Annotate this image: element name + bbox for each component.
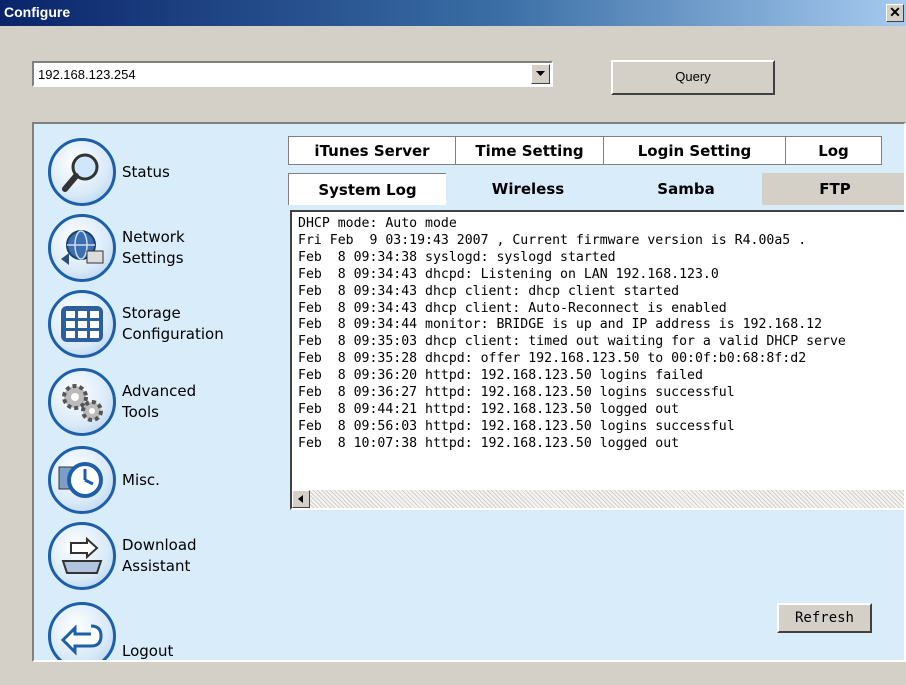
- log-line: Feb 8 09:34:38 syslogd: syslogd started: [298, 249, 616, 265]
- network-globe-icon: [48, 214, 116, 282]
- tab-log[interactable]: Log: [785, 136, 882, 165]
- clock-icon: [48, 446, 116, 514]
- tab-wireless[interactable]: Wireless: [446, 173, 610, 205]
- tab-samba[interactable]: Samba: [610, 173, 762, 205]
- sidebar-label: Download: [122, 536, 197, 554]
- sidebar-label: Settings: [122, 249, 184, 267]
- gears-icon: [48, 368, 116, 436]
- combo-dropdown-button[interactable]: [531, 64, 550, 84]
- sidebar-item-logout[interactable]: Logout: [48, 602, 174, 660]
- log-line: DHCP mode: Auto mode: [298, 216, 457, 231]
- sidebar-item-misc[interactable]: Misc.: [48, 446, 160, 514]
- chevron-down-icon: [536, 71, 545, 76]
- log-line: Feb 8 10:07:38 httpd: 192.168.123.50 log…: [298, 435, 680, 451]
- sidebar-label: Tools: [122, 403, 159, 421]
- sidebar-label: Misc.: [122, 470, 160, 489]
- log-line: Feb 8 09:36:27 httpd: 192.168.123.50 log…: [298, 385, 735, 401]
- log-line: Feb 8 09:35:28 dhcpd: offer 192.168.123.…: [298, 351, 807, 367]
- tab-login-setting[interactable]: Login Setting: [603, 136, 786, 165]
- storage-grid-icon: [48, 290, 116, 358]
- sidebar-item-network-settings[interactable]: Network Settings: [48, 214, 185, 282]
- close-button[interactable]: ✕: [886, 4, 904, 22]
- refresh-button[interactable]: Refresh: [777, 603, 872, 633]
- chevron-left-icon: [298, 495, 303, 503]
- log-line: Feb 8 09:34:44 monitor: BRIDGE is up and…: [298, 317, 823, 333]
- logout-arrow-icon: [48, 602, 116, 660]
- window-title: Configure: [4, 4, 71, 20]
- log-line: Feb 8 09:35:03 dhcp client: timed out wa…: [298, 334, 846, 350]
- log-content: DHCP mode: Auto mode Fri Feb 9 03:19:43 …: [298, 216, 846, 453]
- sidebar-label: Network: [122, 228, 185, 246]
- horizontal-scrollbar[interactable]: [292, 490, 904, 508]
- magnifier-icon: [48, 138, 116, 206]
- log-line: Feb 8 09:44:21 httpd: 192.168.123.50 log…: [298, 401, 680, 417]
- main-panel: Status Network Settings Storage Configur…: [32, 122, 906, 662]
- log-line: Fri Feb 9 03:19:43 2007 , Current firmwa…: [298, 232, 807, 248]
- sidebar-item-status[interactable]: Status: [48, 138, 170, 206]
- log-line: Feb 8 09:34:43 dhcp client: Auto-Reconne…: [298, 300, 727, 316]
- tab-system-log[interactable]: System Log: [288, 173, 446, 205]
- log-line: Feb 8 09:56:03 httpd: 192.168.123.50 log…: [298, 418, 735, 434]
- title-bar: Configure ✕: [0, 0, 906, 26]
- sidebar-label: Configuration: [122, 325, 224, 343]
- system-log-textarea[interactable]: DHCP mode: Auto mode Fri Feb 9 03:19:43 …: [290, 210, 904, 510]
- log-line: Feb 8 09:34:43 dhcp client: dhcp client …: [298, 283, 680, 299]
- download-tray-icon: [48, 522, 116, 590]
- close-icon: ✕: [889, 4, 901, 20]
- sidebar-label: Storage: [122, 304, 181, 322]
- address-combo[interactable]: 192.168.123.254: [32, 61, 553, 87]
- scroll-left-button[interactable]: [292, 490, 310, 508]
- sidebar-label: Assistant: [122, 557, 191, 575]
- log-line: Feb 8 09:36:20 httpd: 192.168.123.50 log…: [298, 368, 703, 384]
- sidebar-item-storage-configuration[interactable]: Storage Configuration: [48, 290, 224, 358]
- sidebar-label: Advanced: [122, 382, 197, 400]
- address-value: 192.168.123.254: [38, 67, 136, 82]
- tab-itunes-server[interactable]: iTunes Server: [288, 136, 456, 165]
- sidebar-label: Logout: [122, 641, 174, 660]
- sidebar-item-advanced-tools[interactable]: Advanced Tools: [48, 368, 196, 436]
- tab-time-setting[interactable]: Time Setting: [455, 136, 604, 165]
- tab-ftp[interactable]: FTP: [762, 173, 904, 205]
- query-button[interactable]: Query: [611, 60, 775, 95]
- sidebar-label: Status: [122, 162, 170, 181]
- sidebar-item-download-assistant[interactable]: Download Assistant: [48, 522, 197, 590]
- log-line: Feb 8 09:34:43 dhcpd: Listening on LAN 1…: [298, 266, 719, 282]
